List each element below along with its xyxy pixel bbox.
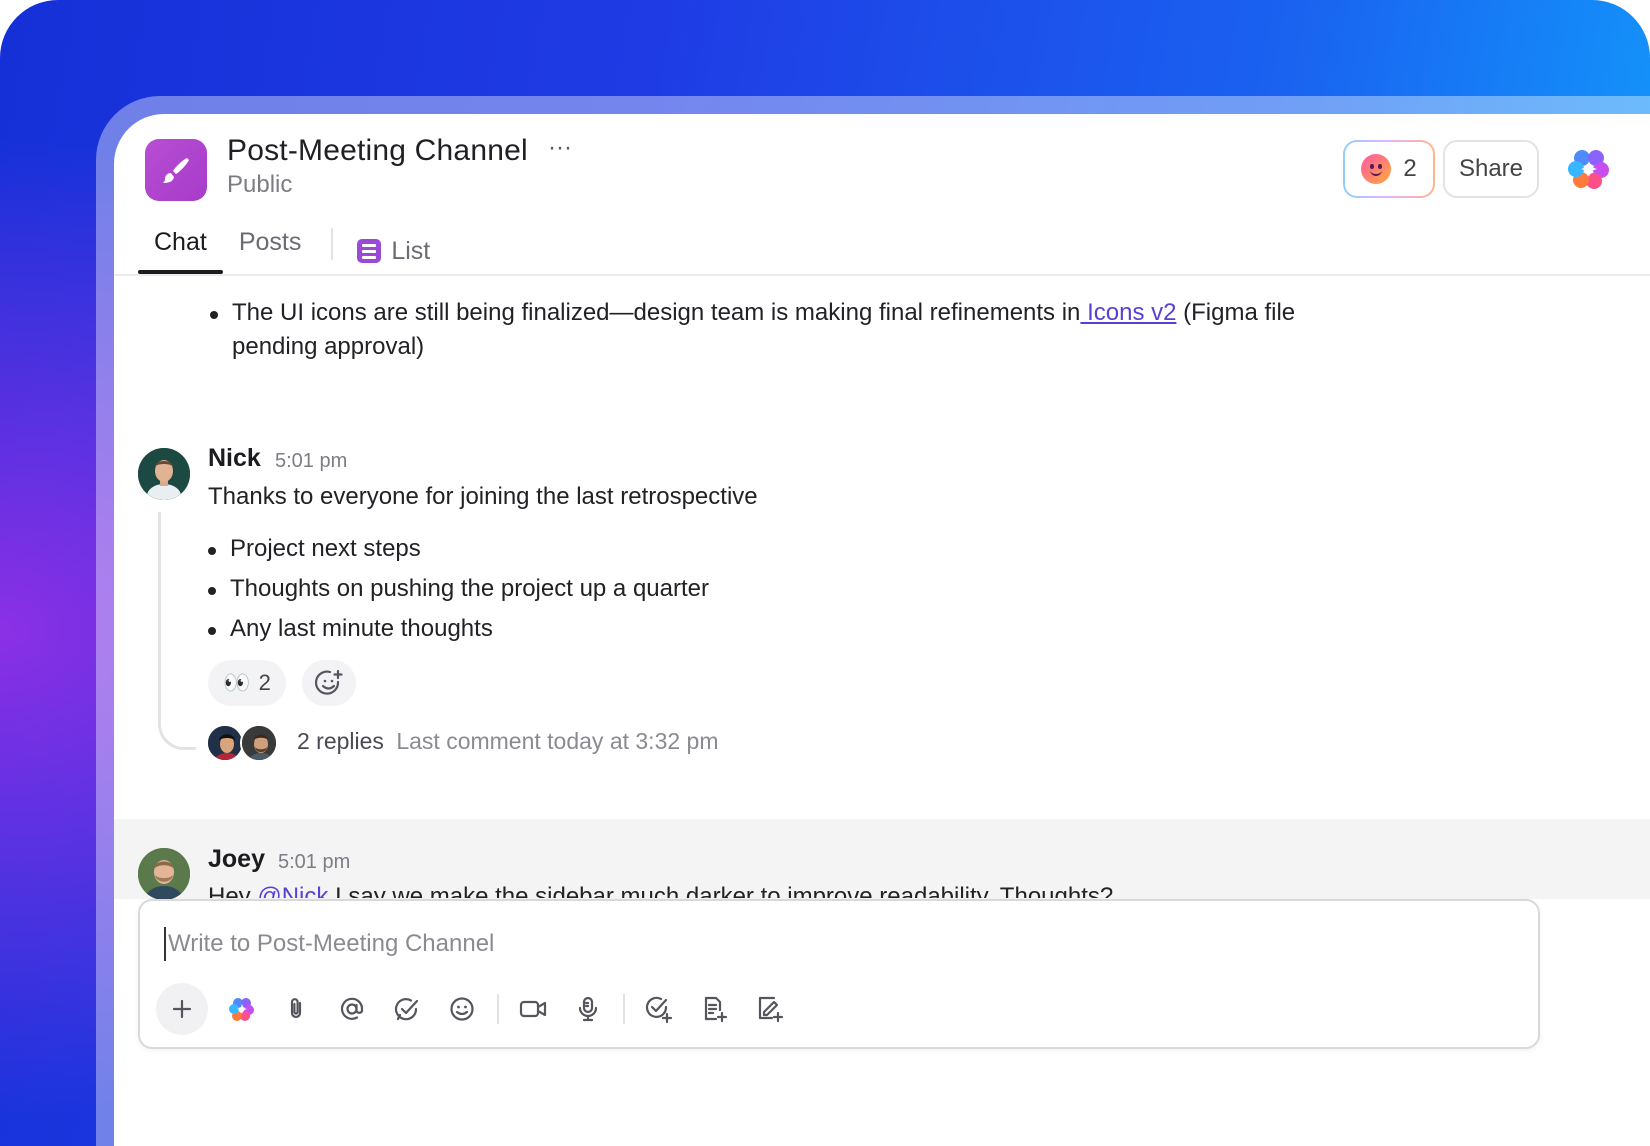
bullet-text-part: pending approval): [232, 333, 425, 360]
message-text-part: Hey: [208, 883, 258, 898]
bullet-text: Thoughts on pushing the project up a qua…: [230, 575, 709, 602]
bullet: [210, 311, 218, 319]
list-item: Any last minute thoughts: [208, 612, 493, 646]
composer-toolbar: [156, 983, 798, 1035]
video-icon[interactable]: [507, 987, 559, 1031]
thread-replies-link[interactable]: 2 replies Last comment today at 3:32 pm: [297, 728, 719, 755]
message-text-clipped: Hey @Nick I say we make the sidebar much…: [208, 880, 1508, 898]
tab-posts[interactable]: Posts: [223, 220, 318, 274]
bullet-text: Any last minute thoughts: [230, 615, 493, 642]
tab-chat[interactable]: Chat: [138, 220, 223, 274]
mention-link[interactable]: @Nick: [257, 883, 328, 898]
add-emoji-icon: [314, 669, 343, 695]
add-task-icon[interactable]: [633, 987, 685, 1031]
more-options-icon[interactable]: ···: [548, 134, 572, 162]
channel-panel: Post-Meeting Channel ··· Public 2 Share …: [114, 114, 1650, 1146]
bullet-text-part: The UI icons are still being finalized—d…: [232, 299, 1081, 326]
mention-icon[interactable]: [326, 987, 378, 1031]
avatar[interactable]: [138, 848, 190, 900]
header-divider: [114, 274, 1650, 276]
eyes-emoji: 👀: [223, 670, 251, 695]
bullet: [208, 547, 216, 555]
smile-emoji-icon: [1361, 154, 1392, 184]
channel-visibility: Public: [227, 171, 293, 198]
microphone-icon[interactable]: [562, 987, 614, 1031]
avatar: [206, 724, 244, 762]
message-composer: [138, 899, 1540, 1049]
message-input[interactable]: [164, 927, 1364, 961]
toolbar-divider: [623, 994, 625, 1024]
add-reaction-button[interactable]: [302, 660, 356, 706]
list-icon: [357, 239, 382, 263]
reaction-summary-button[interactable]: 2: [1343, 140, 1435, 198]
tab-list-label: List: [391, 236, 431, 265]
list-item: The UI icons are still being finalized—d…: [210, 296, 1295, 364]
bullet-text-part: (Figma file: [1176, 299, 1296, 326]
channel-title: Post-Meeting Channel: [227, 134, 528, 167]
message-author[interactable]: Joey: [208, 845, 265, 874]
avatar: [240, 724, 278, 762]
last-comment-time: Last comment today at 3:32 pm: [396, 728, 719, 754]
tab-divider: [331, 228, 334, 260]
message-time: 5:01 pm: [275, 450, 348, 472]
list-item: Thoughts on pushing the project up a qua…: [208, 572, 709, 606]
bullet-text: Project next steps: [230, 535, 421, 562]
message-text-part: I say we make the sidebar much darker to…: [328, 883, 1114, 898]
channel-tabs: Chat Posts List: [138, 220, 446, 274]
paintbrush-icon: [145, 139, 207, 201]
list-item: Project next steps: [208, 532, 421, 566]
toolbar-divider: [497, 994, 499, 1024]
checkmark-bubble-icon[interactable]: [381, 987, 433, 1031]
message-author[interactable]: Nick: [208, 444, 261, 473]
bullet: [208, 627, 216, 635]
add-doc-icon[interactable]: [688, 987, 740, 1031]
bullet-text: The UI icons are still being finalized—d…: [232, 296, 1295, 364]
plus-icon[interactable]: [156, 983, 208, 1035]
replies-count: 2 replies: [297, 728, 384, 754]
message-text: Hey @Nick I say we make the sidebar much…: [208, 880, 1508, 898]
icons-v2-link[interactable]: Icons v2: [1080, 299, 1176, 326]
message-time: 5:01 pm: [278, 851, 351, 873]
bullet: [208, 587, 216, 595]
reaction-count: 2: [258, 670, 271, 695]
message-text: Thanks to everyone for joining the last …: [208, 483, 758, 510]
ai-brain-icon[interactable]: [216, 987, 268, 1031]
tab-list[interactable]: List: [345, 220, 446, 274]
reaction-summary-count: 2: [1403, 155, 1417, 182]
share-button[interactable]: Share: [1443, 140, 1539, 198]
thread-connector: [158, 512, 196, 750]
attachment-icon[interactable]: [271, 987, 323, 1031]
whiteboard-icon[interactable]: [743, 987, 795, 1031]
emoji-icon[interactable]: [436, 987, 488, 1031]
avatar[interactable]: [138, 448, 190, 500]
eyes-reaction[interactable]: 👀 2: [208, 660, 286, 706]
ai-brain-icon[interactable]: [1566, 146, 1612, 192]
